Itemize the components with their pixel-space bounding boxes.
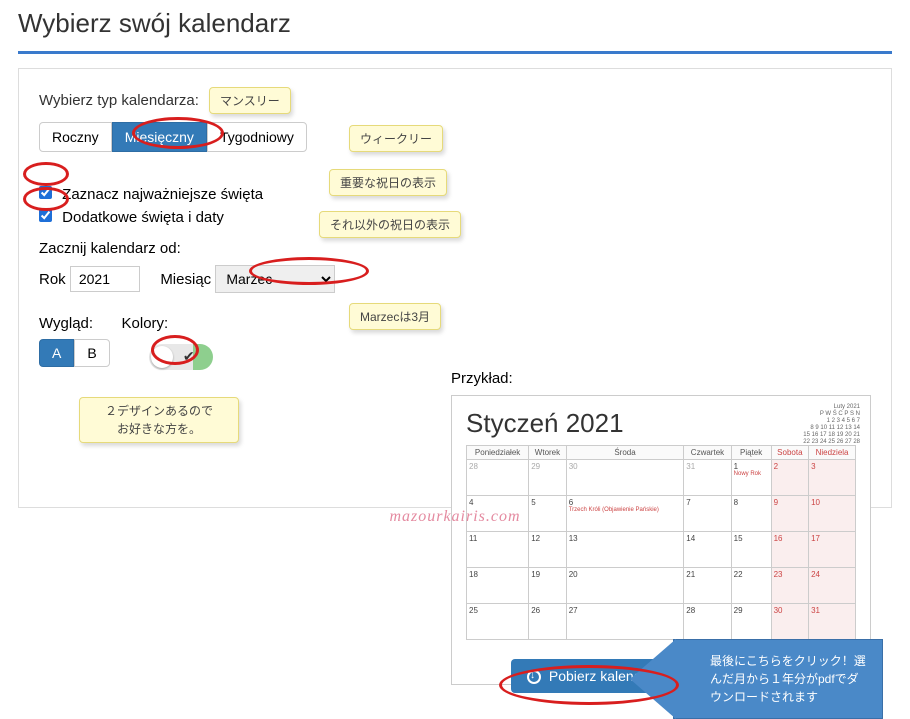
year-label: Rok — [39, 271, 66, 288]
calendar-cell: 1Nowy Rok — [731, 459, 771, 495]
calendar-cell: 19 — [529, 567, 566, 603]
check-important[interactable] — [39, 186, 52, 199]
check-additional[interactable] — [39, 209, 52, 222]
calendar-cell: 7 — [684, 495, 731, 531]
page-title: Wybierz swój kalendarz — [0, 0, 910, 51]
calendar-cell: 30 — [771, 603, 809, 639]
calendar-cell: 22 — [731, 567, 771, 603]
check-additional-label: Dodatkowe święta i daty — [62, 209, 224, 226]
month-select[interactable]: Marzec — [215, 265, 335, 293]
ring-check1 — [23, 162, 69, 186]
calendar-cell: 20 — [566, 567, 684, 603]
calendar-table: PoniedziałekWtorekŚrodaCzwartekPiątekSob… — [466, 445, 856, 640]
toggle-green — [193, 344, 213, 370]
calendar-cell: 28 — [467, 459, 529, 495]
year-input[interactable] — [70, 266, 140, 292]
calendar-cell: 30 — [566, 459, 684, 495]
calendar-cell: 3 — [809, 459, 856, 495]
annot-marzec: Marzecは3月 — [349, 303, 441, 330]
weekday-header: Niedziela — [809, 445, 856, 459]
year-field: Rok — [39, 266, 140, 292]
weekday-header: Poniedziałek — [467, 445, 529, 459]
type-btn-roczny[interactable]: Roczny — [39, 122, 112, 152]
download-icon — [527, 670, 541, 684]
type-label: Wybierz typ kalendarza: — [39, 92, 199, 109]
calendar-cell: 18 — [467, 567, 529, 603]
start-label: Zacznij kalendarz od: — [39, 240, 459, 257]
annot-design: ２デザインあるのでお好きな方を。 — [79, 397, 239, 443]
weekday-header: Piątek — [731, 445, 771, 459]
calendar-cell: 8 — [731, 495, 771, 531]
calendar-cell: 28 — [684, 603, 731, 639]
annot-monthly: マンスリー — [209, 87, 291, 114]
calendar-cell: 26 — [529, 603, 566, 639]
look-btn-b[interactable]: B — [74, 339, 109, 367]
annot-arrow: 最後にこちらをクリック！選んだ月から１年分がpdfでダウンロードされます — [673, 639, 883, 719]
calendar-cell: 31 — [684, 459, 731, 495]
calendar-cell: 23 — [771, 567, 809, 603]
month-field: Miesiąc Marzec — [160, 265, 335, 293]
calendar-cell: 9 — [771, 495, 809, 531]
accent-bar — [18, 51, 892, 54]
calendar-cell: 29 — [529, 459, 566, 495]
type-buttons: RocznyMiesięcznyTygodniowy — [39, 122, 307, 152]
annot-important: 重要な祝日の表示 — [329, 169, 447, 196]
calendar-cell: 12 — [529, 531, 566, 567]
watermark: mazourkairis.com — [389, 508, 520, 526]
type-btn-miesięczny[interactable]: Miesięczny — [112, 122, 207, 152]
check-important-label: Zaznacz najważniejsze święta — [62, 186, 263, 203]
calendar-cell: 11 — [467, 531, 529, 567]
calendar-cell: 15 — [731, 531, 771, 567]
ab-buttons: AB — [39, 339, 110, 367]
weekday-header: Czwartek — [684, 445, 731, 459]
toggle-knob — [151, 346, 173, 368]
calendar-cell: 25 — [467, 603, 529, 639]
calendar-cell: 17 — [809, 531, 856, 567]
look-label: Wygląd: — [39, 315, 93, 332]
calendar-cell: 14 — [684, 531, 731, 567]
preview-label: Przykład: — [451, 370, 871, 387]
weekday-header: Środa — [566, 445, 684, 459]
config-panel: Wybierz typ kalendarza: マンスリー RocznyMies… — [18, 68, 892, 508]
color-toggle[interactable]: ✔ — [149, 344, 205, 370]
check-icon: ✔ — [183, 348, 195, 365]
annot-weekly: ウィークリー — [349, 125, 443, 152]
calendar-cell: 29 — [731, 603, 771, 639]
calendar-cell: 10 — [809, 495, 856, 531]
calendar-cell: 21 — [684, 567, 731, 603]
right-column: Przykład: Luty 2021 P W Ś C P S N 1 2 3 … — [451, 370, 871, 685]
annot-additional: それ以外の祝日の表示 — [319, 211, 461, 238]
calendar-cell: 31 — [809, 603, 856, 639]
calendar-cell: 2 — [771, 459, 809, 495]
colors-label: Kolory: — [122, 315, 169, 332]
month-label: Miesiąc — [160, 271, 211, 288]
calendar-cell: 24 — [809, 567, 856, 603]
mini-calendar: Luty 2021 P W Ś C P S N 1 2 3 4 5 6 7 8 … — [790, 404, 860, 446]
look-btn-a[interactable]: A — [39, 339, 74, 367]
left-column: Wybierz typ kalendarza: マンスリー RocznyMies… — [39, 87, 459, 370]
calendar-cell: 16 — [771, 531, 809, 567]
calendar-cell: 5 — [529, 495, 566, 531]
weekday-header: Wtorek — [529, 445, 566, 459]
weekday-header: Sobota — [771, 445, 809, 459]
type-btn-tygodniowy[interactable]: Tygodniowy — [207, 122, 307, 152]
calendar-cell: 13 — [566, 531, 684, 567]
calendar-cell: 27 — [566, 603, 684, 639]
calendar-cell: 6Trzech Króli (Objawienie Pańskie) — [566, 495, 684, 531]
